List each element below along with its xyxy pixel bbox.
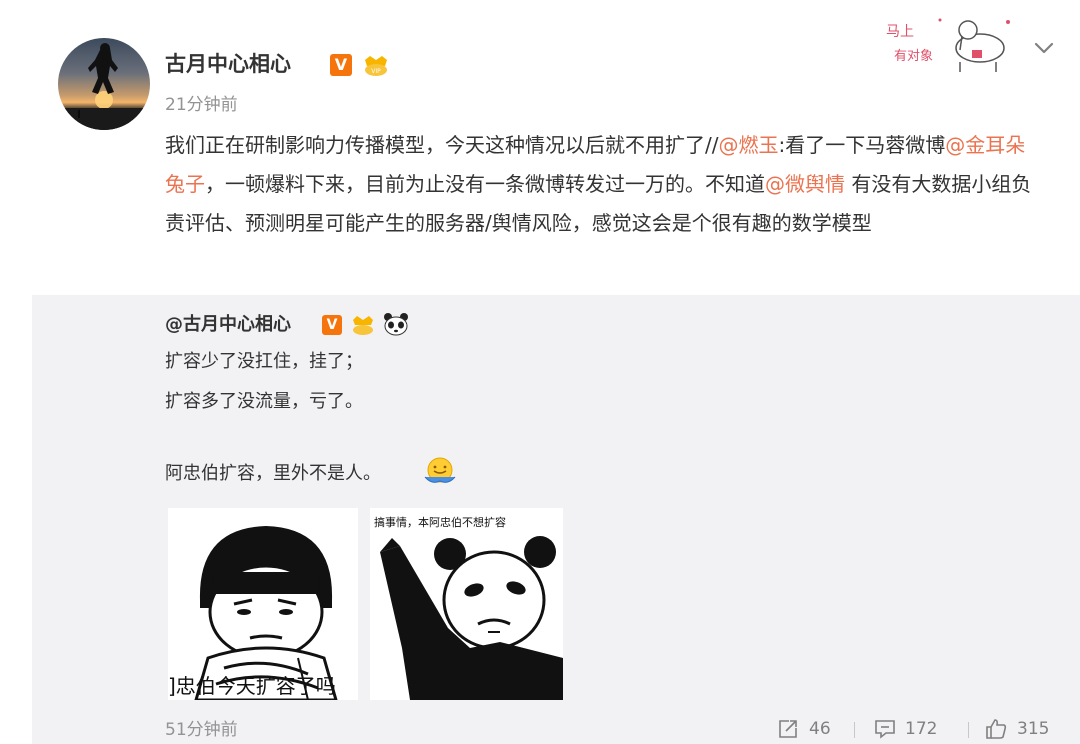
reposted-original: @古月中心相心 V 扩容少了没扛住，挂了； 扩容多了没流量，亏了。 阿忠伯扩容，… (32, 295, 1080, 744)
meme-caption-1: ]忠伯今天扩容了吗 (168, 674, 336, 698)
repost-timestamp[interactable]: 51分钟前 (165, 717, 238, 743)
repost-line-2: 扩容多了没流量，亏了。 (165, 391, 363, 412)
sticker-line-2: 有对象 (894, 49, 933, 64)
repost-line-3: 阿忠伯扩容，里外不是人。 (165, 463, 381, 484)
comment-icon (875, 720, 895, 739)
vip-crown-icon[interactable] (350, 313, 376, 337)
hug-emoji-icon (424, 457, 456, 483)
post-username[interactable]: 古月中心相心 (165, 48, 291, 80)
meme-image-1[interactable]: ]忠伯今天扩容了吗 (168, 508, 358, 700)
forward-count: 46 (809, 719, 831, 739)
meme-image-2[interactable]: 搞事情，本阿忠伯不想扩容 (370, 508, 563, 700)
meme-drawing-1 (194, 526, 338, 700)
verified-v-badge[interactable]: V (322, 315, 342, 335)
sticker-line-1: 马上 (886, 24, 914, 40)
mention-link[interactable]: @燃玉 (718, 133, 778, 157)
comment-button[interactable]: 172 (873, 715, 963, 743)
like-icon (986, 719, 1007, 739)
comment-count: 172 (905, 719, 938, 739)
like-count: 315 (1017, 719, 1050, 739)
chevron-down-icon[interactable] (1030, 34, 1058, 62)
avatar[interactable] (58, 38, 150, 130)
repost-line-1: 扩容少了没扛住，挂了； (165, 351, 363, 372)
panda-icon (384, 313, 408, 336)
mention-link[interactable]: @微舆情 (765, 172, 845, 196)
svg-text:VIP: VIP (371, 68, 381, 75)
forward-icon (779, 720, 797, 738)
action-divider (968, 722, 969, 738)
forward-button[interactable]: 46 (777, 715, 847, 743)
post-timestamp[interactable]: 21分钟前 (165, 92, 238, 118)
body-segment: ，一顿爆料下来，目前为止没有一条微博转发过一万的。不知道 (205, 172, 765, 196)
like-button[interactable]: 315 (985, 715, 1065, 743)
body-segment: 我们正在研制影响力传播模型，今天这种情况以后就不用扩了// (165, 133, 719, 157)
meme-caption-2: 搞事情，本阿忠伯不想扩容 (374, 516, 506, 529)
meme-drawing-2 (380, 536, 563, 700)
body-segment: :看了一下马蓉微博 (778, 133, 946, 157)
repost-username[interactable]: @古月中心相心 (165, 310, 291, 340)
vip-crown-icon[interactable]: VIP (362, 52, 390, 78)
verified-v-badge[interactable]: V (330, 54, 352, 76)
sticker-decoration: 马上 有对象 (886, 18, 1010, 72)
avatar-image (58, 43, 150, 130)
action-divider (854, 722, 855, 738)
post-body: 我们正在研制影响力传播模型，今天这种情况以后就不用扩了//@燃玉:看了一下马蓉微… (165, 126, 1045, 243)
